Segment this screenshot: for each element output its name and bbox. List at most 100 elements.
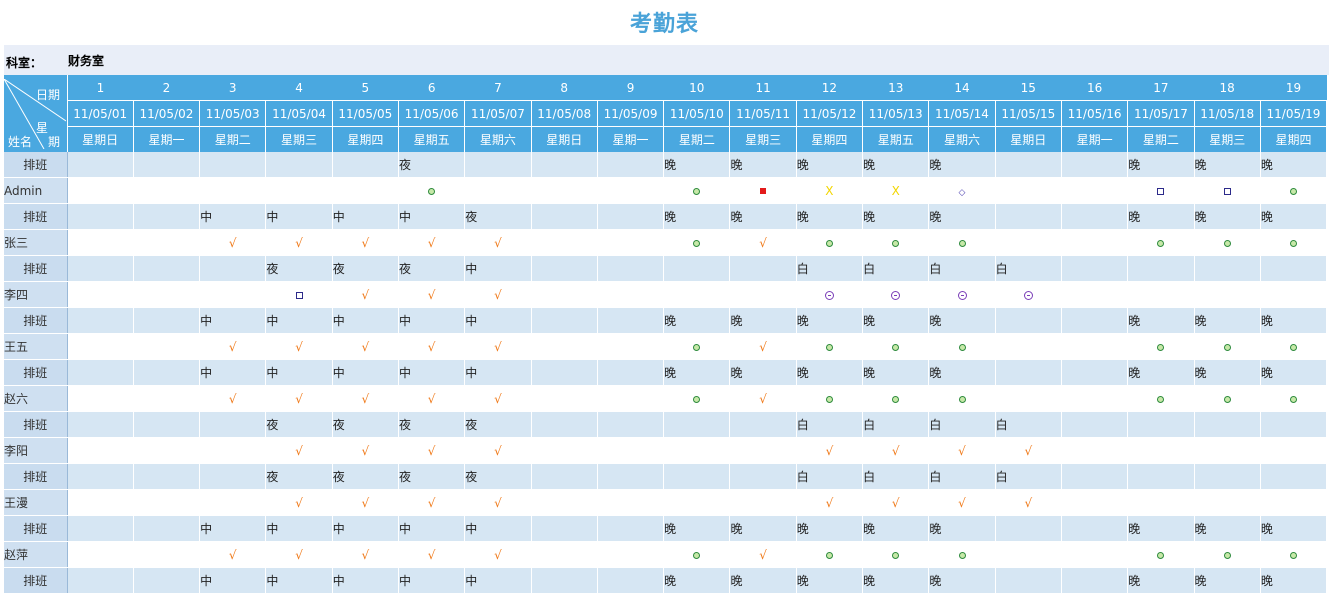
schedule-cell[interactable] [597,359,665,386]
schedule-cell[interactable] [531,255,598,282]
attendance-cell[interactable] [663,333,730,360]
attendance-cell[interactable]: √ [265,385,333,412]
schedule-cell[interactable]: 白 [796,411,864,438]
attendance-cell[interactable] [928,333,996,360]
schedule-cell[interactable]: 晚 [1194,152,1261,178]
schedule-cell[interactable] [995,152,1062,178]
schedule-cell[interactable]: 夜 [464,411,532,438]
schedule-cell[interactable] [597,255,665,282]
schedule-cell[interactable] [1061,203,1129,230]
schedule-cell[interactable] [531,463,598,490]
schedule-cell[interactable] [729,463,797,490]
schedule-cell[interactable]: 晚 [1260,152,1328,178]
schedule-cell[interactable] [67,203,134,230]
attendance-cell[interactable] [995,333,1062,360]
attendance-cell[interactable] [729,437,797,464]
schedule-cell[interactable] [133,203,201,230]
schedule-cell[interactable] [133,359,201,386]
schedule-cell[interactable] [531,359,598,386]
attendance-cell[interactable]: √ [464,437,532,464]
attendance-cell[interactable] [1127,437,1195,464]
attendance-cell[interactable]: √ [265,437,333,464]
schedule-cell[interactable] [597,411,665,438]
attendance-cell[interactable] [67,437,134,464]
schedule-cell[interactable]: 晚 [1127,359,1195,386]
schedule-cell[interactable]: 夜 [332,255,399,282]
attendance-cell[interactable] [1260,437,1327,464]
attendance-cell[interactable] [1061,333,1128,360]
attendance-cell[interactable]: √ [729,229,797,256]
schedule-cell[interactable]: 中 [332,515,399,542]
schedule-cell[interactable] [531,203,598,230]
attendance-cell[interactable]: √ [265,489,333,516]
schedule-cell[interactable]: 晚 [1127,203,1195,230]
attendance-cell[interactable] [663,541,730,568]
attendance-cell[interactable] [796,385,863,412]
attendance-cell[interactable]: √ [464,541,532,568]
schedule-cell[interactable]: 白 [995,463,1062,490]
attendance-cell[interactable] [133,541,200,568]
attendance-cell[interactable] [133,177,200,204]
schedule-cell[interactable]: 中 [464,359,532,386]
attendance-cell[interactable] [531,437,598,464]
schedule-cell[interactable]: 晚 [1194,515,1261,542]
schedule-cell[interactable] [531,152,598,178]
schedule-cell[interactable] [67,411,134,438]
schedule-cell[interactable]: 白 [796,255,864,282]
attendance-cell[interactable] [663,437,730,464]
schedule-cell[interactable] [1194,411,1261,438]
attendance-cell[interactable] [928,541,996,568]
attendance-cell[interactable] [265,177,333,204]
schedule-cell[interactable]: 中 [464,255,532,282]
schedule-cell[interactable] [995,567,1062,594]
schedule-cell[interactable]: 晚 [796,152,864,178]
schedule-cell[interactable]: 夜 [398,411,466,438]
attendance-cell[interactable] [1127,385,1195,412]
attendance-cell[interactable] [133,333,200,360]
attendance-cell[interactable] [597,385,664,412]
attendance-cell[interactable] [67,489,134,516]
schedule-cell[interactable]: 中 [265,567,333,594]
schedule-cell[interactable]: 中 [464,515,532,542]
schedule-cell[interactable]: 白 [862,411,930,438]
attendance-cell[interactable]: √ [332,281,399,308]
schedule-cell[interactable]: 白 [862,255,930,282]
schedule-cell[interactable]: 晚 [928,307,996,334]
schedule-cell[interactable]: 晚 [663,203,731,230]
attendance-cell[interactable]: √ [398,281,465,308]
schedule-cell[interactable] [531,411,598,438]
attendance-cell[interactable] [67,177,134,204]
schedule-cell[interactable]: 晚 [928,359,996,386]
attendance-cell[interactable]: √ [464,489,532,516]
schedule-cell[interactable]: 中 [464,307,532,334]
schedule-cell[interactable]: 中 [332,307,399,334]
attendance-cell[interactable] [862,281,929,308]
schedule-cell[interactable]: 晚 [729,203,797,230]
attendance-cell[interactable]: √ [464,333,532,360]
schedule-cell[interactable]: 晚 [862,203,930,230]
attendance-cell[interactable] [862,333,929,360]
schedule-cell[interactable]: 中 [199,567,267,594]
attendance-cell[interactable] [398,177,465,204]
attendance-cell[interactable] [1061,541,1128,568]
attendance-cell[interactable]: √ [928,437,996,464]
attendance-cell[interactable] [729,177,797,204]
schedule-cell[interactable] [531,567,598,594]
schedule-cell[interactable]: 夜 [265,463,333,490]
schedule-cell[interactable] [332,152,399,178]
attendance-cell[interactable] [531,489,598,516]
schedule-cell[interactable]: 晚 [796,515,864,542]
schedule-cell[interactable]: 中 [265,359,333,386]
attendance-cell[interactable] [729,281,797,308]
schedule-cell[interactable]: 白 [928,255,996,282]
attendance-cell[interactable] [1194,333,1261,360]
attendance-cell[interactable] [1127,177,1195,204]
attendance-cell[interactable]: √ [265,541,333,568]
attendance-cell[interactable] [597,541,664,568]
attendance-cell[interactable] [133,437,200,464]
schedule-cell[interactable] [1061,359,1129,386]
schedule-cell[interactable]: 晚 [663,359,731,386]
schedule-cell[interactable]: 晚 [1194,307,1261,334]
schedule-cell[interactable] [1260,463,1328,490]
attendance-cell[interactable]: √ [398,229,465,256]
